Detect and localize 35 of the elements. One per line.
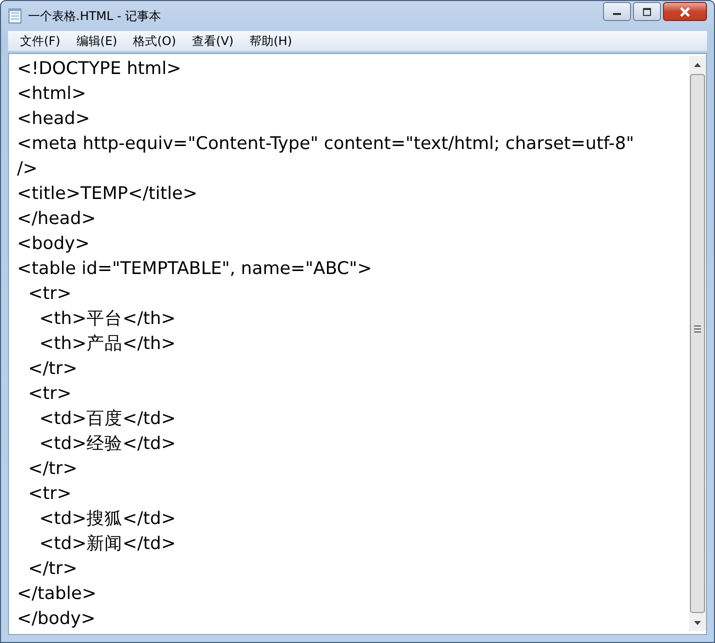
code-line: /> xyxy=(17,158,39,181)
minimize-button[interactable] xyxy=(603,2,631,21)
menu-item[interactable]: 帮助(H) xyxy=(242,32,300,50)
menu-item[interactable]: 编辑(E) xyxy=(68,32,126,50)
code-line: <td>百度</td> xyxy=(38,408,177,431)
code-line: <td>新闻</td> xyxy=(38,533,177,556)
code-line: <td>经验</td> xyxy=(38,433,177,456)
code-line: <tr> xyxy=(27,483,73,506)
menu-item[interactable]: 文件(F) xyxy=(12,32,68,50)
code-line: </tr> xyxy=(27,358,78,381)
code-line: </table> xyxy=(17,583,98,606)
code-line: <title>TEMP</title> xyxy=(17,183,198,206)
code-line: <html> xyxy=(17,83,88,106)
code-line: <!DOCTYPE html> xyxy=(17,58,182,81)
code-line: <meta http-equiv="Content-Type" content="text/html; charset=utf-8" xyxy=(17,133,636,156)
maximize-icon xyxy=(642,8,652,16)
menu-item[interactable]: 查看(V) xyxy=(184,32,242,50)
code-line: </tr> xyxy=(27,558,78,581)
notepad-icon xyxy=(8,8,22,24)
code-line: <table id="TEMPTABLE", name="ABC"> xyxy=(17,258,373,281)
window-title: 一个表格.HTML - 记事本 xyxy=(28,8,162,24)
code-line: </tr> xyxy=(27,458,78,481)
code-line: <tr> xyxy=(27,283,73,306)
close-button[interactable] xyxy=(663,2,707,21)
code-line: <th>产品</th> xyxy=(38,333,177,356)
code-line: </head> xyxy=(17,208,97,231)
code-line: <head> xyxy=(17,108,92,131)
menu-item[interactable]: 格式(O) xyxy=(125,32,184,50)
code-line: <th>平台</th> xyxy=(38,308,177,331)
code-line: </body> xyxy=(17,608,97,631)
code-line: <body> xyxy=(17,233,91,256)
code-line: <td>搜狐</td> xyxy=(38,508,177,531)
maximize-button[interactable] xyxy=(633,2,661,21)
code-line: <tr> xyxy=(27,383,73,406)
close-icon xyxy=(679,6,691,16)
